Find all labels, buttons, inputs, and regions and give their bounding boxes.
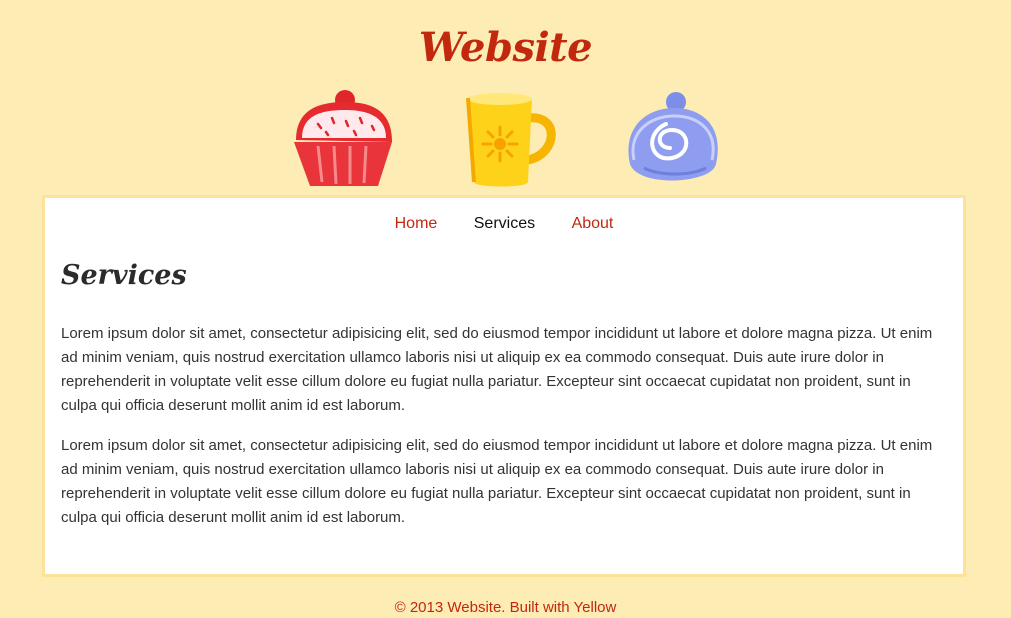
main-nav: Home Services About: [45, 214, 963, 234]
site-title-link[interactable]: Website: [419, 24, 593, 71]
content-paragraph: Lorem ipsum dolor sit amet, consectetur …: [61, 325, 933, 414]
content-paragraph: Lorem ipsum dolor sit amet, consectetur …: [61, 437, 933, 526]
nav-item-services[interactable]: Services: [474, 214, 535, 234]
header-images: [0, 88, 1011, 192]
footer: © 2013 Website. Built with Yellow: [394, 599, 617, 616]
cake-roll-icon: [628, 92, 718, 181]
content-box: Home Services About Services Lorem ipsum…: [42, 195, 966, 577]
page: Website Home Services About Services Lor…: [0, 0, 1011, 618]
nav-item-home[interactable]: Home: [395, 214, 438, 234]
nav-item-about[interactable]: About: [572, 214, 614, 234]
site-title: Website: [0, 20, 1011, 76]
page-heading: Services: [61, 260, 187, 291]
cupcake-icon: [294, 90, 392, 186]
mug-icon: [466, 93, 556, 187]
